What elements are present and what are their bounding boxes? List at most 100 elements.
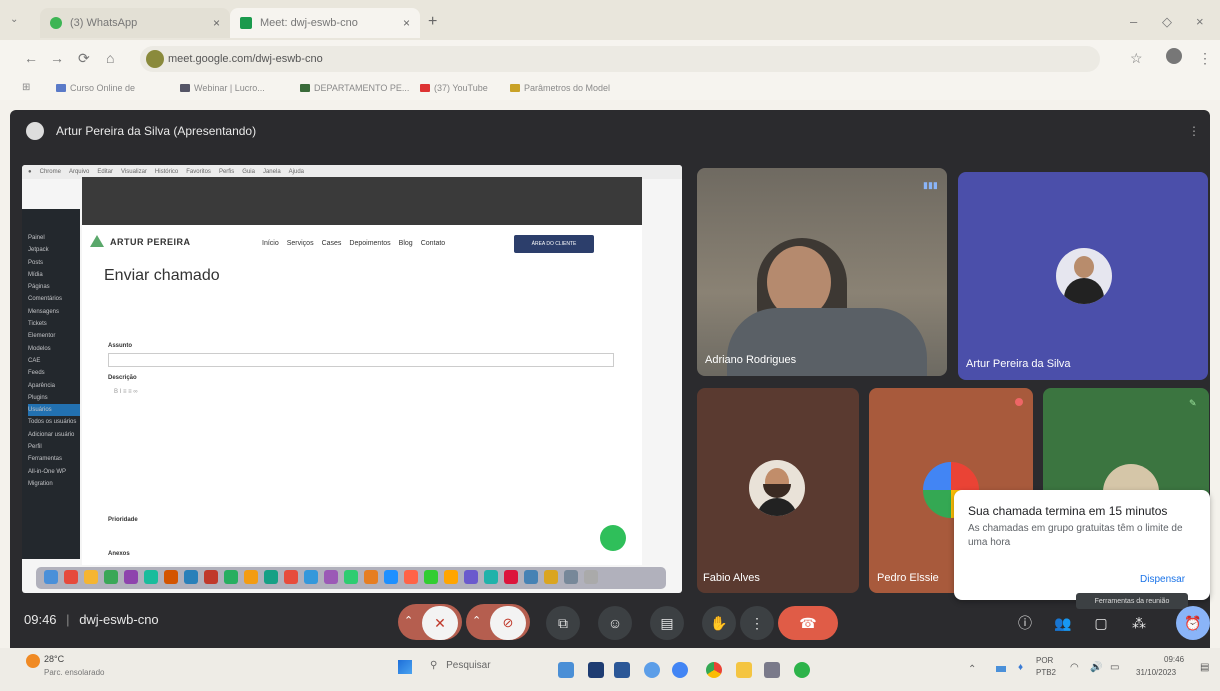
weather-temp: 28°C <box>44 654 65 664</box>
taskbar-search[interactable]: ⚲ Pesquisar <box>430 660 491 671</box>
minimize-button[interactable]: – <box>1130 14 1137 29</box>
tray-chevron-icon[interactable]: ⌃ <box>968 664 976 675</box>
taskbar-app-icon[interactable] <box>764 662 780 678</box>
presenter-label: Artur Pereira da Silva (Apresentando) <box>56 124 257 138</box>
language-indicator[interactable]: POR <box>1036 656 1053 665</box>
camera-options-chevron-icon[interactable]: ⌃ <box>472 614 481 627</box>
tray-icon[interactable] <box>996 666 1006 672</box>
nav-link: Cases <box>321 240 342 247</box>
nav-link: Blog <box>398 240 413 247</box>
apple-icon: ● <box>28 169 32 175</box>
whatsapp-icon <box>50 17 62 29</box>
battery-icon[interactable]: ▭ <box>1110 662 1119 673</box>
meeting-time: 09:46 <box>24 612 57 627</box>
taskbar-app-icon[interactable] <box>614 662 630 678</box>
emoji-icon[interactable]: ☺ <box>598 606 632 640</box>
taskbar-app-icon[interactable] <box>558 662 574 678</box>
more-options-icon[interactable]: ⋮ <box>1188 124 1200 138</box>
apps-icon[interactable]: ⊞ <box>22 82 30 93</box>
weather-icon <box>26 654 40 668</box>
file-explorer-icon[interactable] <box>736 662 752 678</box>
mic-off-icon[interactable]: ✕ <box>422 606 458 640</box>
forward-icon[interactable]: → <box>50 50 64 66</box>
field-label: Anexos <box>108 551 130 557</box>
mic-icon: ✎ <box>1189 398 1197 408</box>
wifi-icon[interactable]: ◠ <box>1070 662 1079 673</box>
profile-avatar[interactable] <box>1166 48 1182 64</box>
presenter-avatar <box>26 122 44 140</box>
field-label: Descrição <box>108 375 137 381</box>
info-icon[interactable]: ⓘ <box>1008 606 1042 640</box>
clock-date[interactable]: 31/10/2023 <box>1136 668 1176 677</box>
dock-icons <box>44 570 598 584</box>
end-call-button[interactable]: ☎ <box>778 606 838 640</box>
field-label: Assunto <box>108 343 132 349</box>
bookmark-star-icon[interactable]: ☆ <box>1130 50 1143 67</box>
tab-whatsapp[interactable]: (3) WhatsApp × <box>40 8 230 38</box>
bookmark-item[interactable]: (37) YouTube <box>420 83 488 93</box>
bookmark-item[interactable]: Webinar | Lucro... <box>180 83 265 93</box>
back-icon[interactable]: ← <box>24 50 38 66</box>
close-tab-icon[interactable]: × <box>213 16 220 30</box>
people-icon[interactable]: 👥 <box>1046 606 1080 640</box>
bookmark-item[interactable]: Curso Online de <box>56 83 135 93</box>
clock-time[interactable]: 09:46 <box>1164 655 1184 664</box>
notifications-icon[interactable]: ▤ <box>1200 662 1209 673</box>
keyboard-layout[interactable]: PTB2 <box>1036 668 1056 677</box>
shared-screen: ● Chrome Arquivo Editar Visualizar Histó… <box>22 165 682 593</box>
close-window-button[interactable]: × <box>1196 14 1204 29</box>
windows-start-icon[interactable] <box>398 660 412 674</box>
address-bar[interactable]: meet.google.com/dwj-eswb-cno <box>140 46 1100 72</box>
present-screen-icon[interactable]: ⧉ <box>546 606 580 640</box>
participant-name: Artur Pereira da Silva <box>966 358 1071 370</box>
notification-body: As chamadas em grupo gratuitas têm o lim… <box>968 523 1183 548</box>
site-info-icon[interactable] <box>146 50 164 68</box>
chat-icon[interactable]: ▢ <box>1084 606 1118 640</box>
field-label: Prioridade <box>108 517 138 523</box>
bookmark-icon <box>300 84 310 92</box>
meeting-tools-tooltip: Ferramentas da reunião <box>1076 593 1188 609</box>
mic-options-chevron-icon[interactable]: ⌃ <box>404 614 413 627</box>
meeting-tools-icon[interactable]: ⏰ <box>1176 606 1210 640</box>
dismiss-button[interactable]: Dispensar <box>1140 574 1185 585</box>
bookmark-item[interactable]: Parâmetros do Model <box>510 83 610 93</box>
meet-icon <box>240 17 252 29</box>
participant-name: Pedro Elssie <box>877 572 939 584</box>
chrome-icon[interactable] <box>672 662 688 678</box>
participant-avatar <box>749 460 805 516</box>
taskbar-app-icon[interactable] <box>644 662 660 678</box>
search-icon: ⚲ <box>430 660 438 671</box>
taskbar-app-icon[interactable] <box>588 662 604 678</box>
inner-browser-toolbar <box>82 177 642 227</box>
raise-hand-icon[interactable]: ✋ <box>702 606 736 640</box>
bookmark-item[interactable]: DEPARTAMENTO PE... <box>300 83 409 93</box>
tab-label: Meet: dwj-eswb-cno <box>260 17 358 29</box>
participant-tile-artur[interactable]: Artur Pereira da Silva <box>958 172 1208 380</box>
area-cliente-button: ÁREA DO CLIENTE <box>514 235 594 253</box>
restore-button[interactable]: ◇ <box>1162 14 1172 30</box>
camera-off-icon[interactable]: ⊘ <box>490 606 526 640</box>
tab-list-chevron-icon[interactable]: ⌄ <box>10 14 18 25</box>
url-text: meet.google.com/dwj-eswb-cno <box>168 53 323 65</box>
speaking-indicator-icon: ▮▮▮ <box>923 180 938 190</box>
reload-icon[interactable]: ⟳ <box>78 50 90 67</box>
tray-icon[interactable]: ♦ <box>1018 662 1023 673</box>
home-icon[interactable]: ⌂ <box>106 50 114 66</box>
nav-link: Contato <box>420 240 446 247</box>
chrome-icon[interactable] <box>706 662 722 678</box>
activities-icon[interactable]: ⁂ <box>1122 606 1156 640</box>
participant-tile-adriano[interactable]: Adriano Rodrigues ▮▮▮ <box>697 168 947 376</box>
muted-icon <box>1015 398 1023 406</box>
close-tab-icon[interactable]: × <box>403 16 410 30</box>
tab-meet[interactable]: Meet: dwj-eswb-cno × <box>230 8 420 38</box>
new-tab-button[interactable]: + <box>428 13 437 31</box>
whatsapp-icon[interactable] <box>794 662 810 678</box>
more-options-icon[interactable]: ⋮ <box>740 606 774 640</box>
site-logo: ARTUR PEREIRA <box>110 237 191 247</box>
menu-icon[interactable]: ⋮ <box>1198 50 1212 67</box>
participant-tile-fabio[interactable]: Fabio Alves <box>697 388 859 593</box>
volume-icon[interactable]: 🔊 <box>1090 662 1102 673</box>
page-title: Enviar chamado <box>104 267 220 284</box>
captions-icon[interactable]: ▤ <box>650 606 684 640</box>
participant-name: Adriano Rodrigues <box>705 354 797 366</box>
